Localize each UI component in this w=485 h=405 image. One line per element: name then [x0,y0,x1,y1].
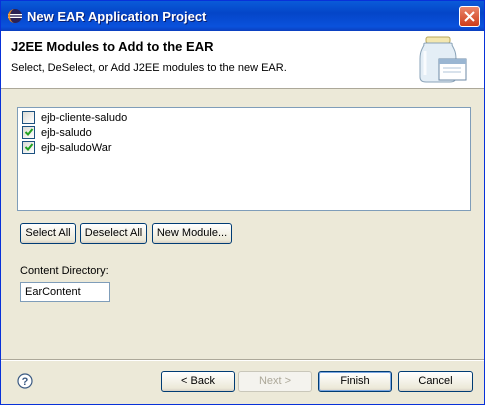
module-label: ejb-saludo [41,126,92,139]
new-module-button[interactable]: New Module... [152,223,232,244]
close-button[interactable] [459,6,480,27]
list-item[interactable]: ejb-saludo [22,125,92,140]
list-item[interactable]: ejb-cliente-saludo [22,110,127,125]
dialog-window: New EAR Application Project J2EE Modules… [0,0,485,405]
module-checkbox[interactable] [22,126,35,139]
close-icon [464,11,475,22]
finish-button[interactable]: Finish [318,371,392,392]
module-label: ejb-saludoWar [41,141,112,154]
eclipse-icon [8,9,22,23]
window-title: New EAR Application Project [27,9,207,24]
cancel-button[interactable]: Cancel [398,371,473,392]
jar-icon [419,36,467,83]
svg-text:?: ? [22,376,29,388]
next-button[interactable]: Next > [238,371,312,392]
page-title: J2EE Modules to Add to the EAR [11,39,214,54]
module-label: ejb-cliente-saludo [41,111,128,124]
list-item[interactable]: ejb-saludoWar [22,140,112,155]
content-directory-input[interactable]: EarContent [20,282,110,302]
deselect-all-button[interactable]: Deselect All [80,223,147,244]
footer-separator-highlight [1,360,484,361]
content-directory-label: Content Directory: [20,265,109,277]
module-checkbox[interactable] [22,141,35,154]
module-checkbox[interactable] [22,111,35,124]
back-button[interactable]: < Back [161,371,235,392]
page-description: Select, DeSelect, or Add J2EE modules to… [11,62,287,74]
checkmark-icon [24,143,34,151]
wizard-header: J2EE Modules to Add to the EAR Select, D… [1,31,484,89]
title-bar[interactable]: New EAR Application Project [1,1,484,31]
checkmark-icon [24,128,34,136]
modules-list[interactable]: ejb-cliente-saludo ejb-saludo ejb-saludo… [17,107,471,211]
select-all-button[interactable]: Select All [20,223,76,244]
help-icon[interactable]: ? [17,373,33,389]
